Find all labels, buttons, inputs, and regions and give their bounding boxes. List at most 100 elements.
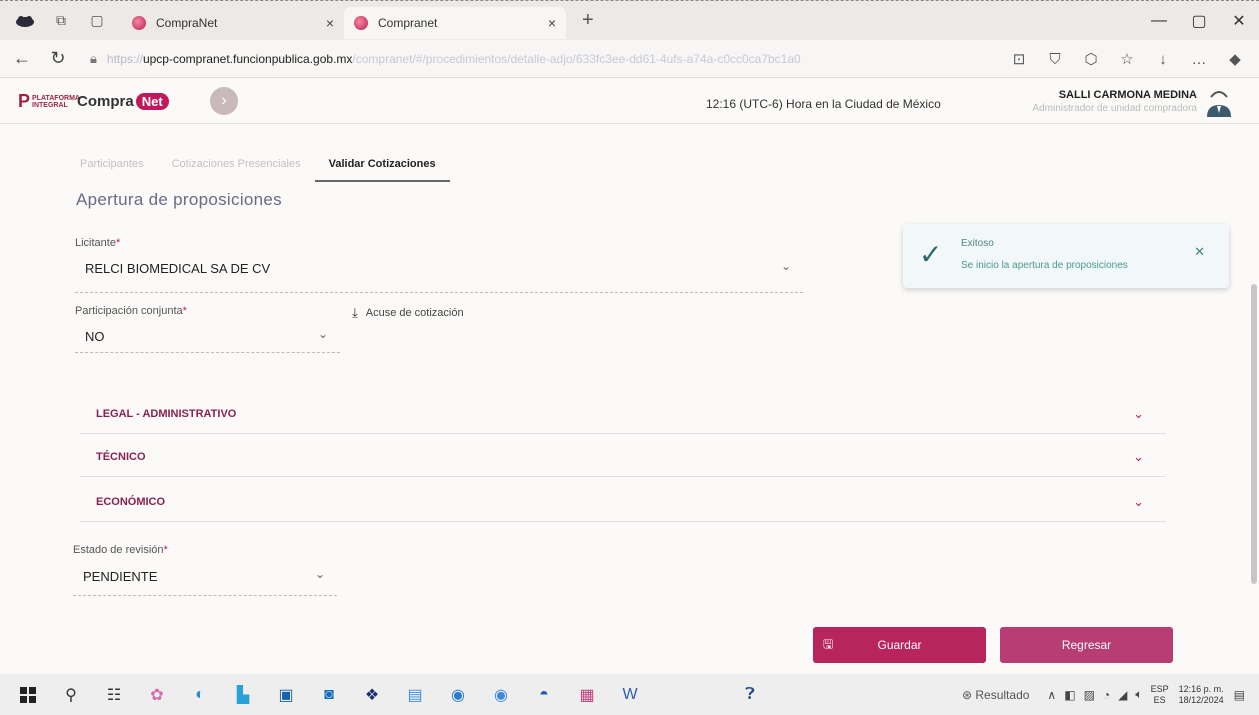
save-label: Guardar bbox=[877, 638, 922, 652]
licitante-label-text: Licitante bbox=[75, 237, 116, 249]
clock-tray[interactable]: 12:16 p. m. 18/12/2024 bbox=[1179, 684, 1224, 706]
volume-icon[interactable]: 🔈︎ bbox=[1135, 687, 1142, 702]
word-icon[interactable]: W bbox=[615, 683, 645, 707]
tray-time: 12:16 p. m. bbox=[1178, 683, 1224, 694]
chevron-up-icon[interactable]: ∧ bbox=[1047, 688, 1056, 702]
accordion-label: ECONÓMICO bbox=[96, 496, 166, 508]
shield-icon[interactable]: ⛉ bbox=[1037, 51, 1073, 68]
accordion-legal-administrativo[interactable]: LEGAL - ADMINISTRATIVO ⌄ bbox=[80, 394, 1166, 434]
profile-icon[interactable] bbox=[14, 10, 36, 32]
lang-bottom: ES bbox=[1153, 694, 1166, 705]
required-mark: * bbox=[163, 544, 168, 556]
favorites-icon[interactable]: ☆ bbox=[1109, 50, 1145, 68]
compranet-favicon-icon bbox=[354, 15, 368, 30]
accordion-economico[interactable]: ECONÓMICO ⌄ bbox=[80, 482, 1166, 522]
avatar[interactable] bbox=[1205, 87, 1233, 117]
help-icon[interactable]: ❓︎ bbox=[735, 683, 765, 707]
compranet-logo[interactable]: P PLATAFORMA INTEGRAL Compra Net bbox=[18, 91, 169, 112]
tab-close-icon[interactable]: × bbox=[326, 15, 334, 31]
tray-app-icon[interactable]: ▨ bbox=[1084, 688, 1095, 702]
edge-icon[interactable]: ◐ bbox=[185, 683, 215, 707]
app-icon[interactable]: ◉ bbox=[486, 683, 516, 707]
download-icon: ⤓ bbox=[352, 305, 358, 320]
system-tray: ⊛ Resultado ∧ ◧ ▨ ◔ ◢ 🔈︎ ESP ES 12:16 p.… bbox=[962, 674, 1259, 715]
menu-expand-button[interactable]: › bbox=[210, 87, 238, 115]
estado-value: PENDIENTE bbox=[83, 569, 158, 584]
close-icon[interactable]: ✕ bbox=[1194, 244, 1205, 260]
acuse-link[interactable]: ⤓ Acuse de cotización bbox=[352, 305, 464, 321]
tab-actions-icon[interactable]: ▢ bbox=[86, 10, 108, 32]
lang-top: ESP bbox=[1150, 683, 1169, 694]
search-result[interactable]: ⊛ Resultado bbox=[962, 688, 1029, 702]
clock-text: 12:16 (UTC-6) Hora en la Ciudad de Méxic… bbox=[706, 97, 941, 111]
procedure-tabs: Participantes Cotizaciones Presenciales … bbox=[74, 152, 450, 182]
downloads-icon[interactable]: ↓ bbox=[1145, 51, 1181, 68]
workspaces-icon[interactable]: ⧉ bbox=[50, 10, 72, 32]
photos-icon[interactable]: ▦ bbox=[572, 683, 602, 707]
toast-title: Exitoso bbox=[961, 238, 994, 249]
back-arrow-icon[interactable]: ← bbox=[8, 48, 36, 69]
app-icon[interactable]: ◉ bbox=[443, 683, 473, 707]
user-info[interactable]: SALLI CARMONA MEDINA Administrador de un… bbox=[1032, 89, 1197, 114]
save-button[interactable]: 🖫︎ Guardar bbox=[813, 627, 986, 663]
participacion-label-text: Participación conjunta bbox=[75, 305, 183, 317]
minimize-button[interactable]: — bbox=[1139, 12, 1179, 30]
network-icon[interactable]: ◔ bbox=[1103, 688, 1110, 702]
restore-button[interactable]: ▢ bbox=[1179, 11, 1219, 31]
browser-tab-compranet-active[interactable]: Compranet × bbox=[344, 6, 566, 39]
estado-label-text: Estado de revisión bbox=[73, 544, 164, 556]
save-icon: 🖫︎ bbox=[823, 636, 834, 651]
store-icon[interactable]: ▙ bbox=[228, 683, 258, 707]
browser-tab-compranet[interactable]: CompraNet × bbox=[122, 7, 344, 39]
scrollbar[interactable] bbox=[1251, 284, 1257, 584]
reader-icon[interactable]: ⊡ bbox=[1001, 50, 1037, 68]
search-result-text: Resultado bbox=[975, 687, 1030, 702]
participacion-label: Participación conjunta* bbox=[75, 305, 187, 317]
close-window-button[interactable]: ✕ bbox=[1219, 11, 1259, 31]
accordion-label: LEGAL - ADMINISTRATIVO bbox=[96, 408, 237, 420]
licitante-select[interactable]: RELCI BIOMEDICAL SA DE CV ⌄ bbox=[75, 259, 803, 293]
dropbox-icon[interactable]: ❖ bbox=[357, 683, 387, 707]
accordion-tecnico[interactable]: TÉCNICO ⌄ bbox=[80, 437, 1166, 477]
user-name: SALLI CARMONA MEDINA bbox=[1058, 89, 1197, 101]
url-field[interactable]: 🔒︎ https:// upcp-compranet.funcionpublic… bbox=[90, 51, 850, 67]
chevron-down-icon: ⌄ bbox=[1133, 494, 1144, 509]
calendar-icon[interactable]: ▣ bbox=[271, 683, 301, 707]
refresh-icon[interactable]: ↻ bbox=[44, 48, 72, 69]
user-role: Administrador de unidad compradora bbox=[1032, 103, 1197, 114]
url-host: upcp-compranet.funcionpublica.gob.mx bbox=[142, 51, 353, 66]
url-path: /compranet/#/procedimientos/detalle-adjo… bbox=[352, 51, 801, 66]
participacion-select[interactable]: NO ⌄ bbox=[75, 327, 340, 353]
start-icon[interactable] bbox=[13, 683, 43, 707]
required-mark: * bbox=[182, 305, 187, 317]
tab-participantes[interactable]: Participantes bbox=[74, 152, 158, 182]
logo-plataforma: PLATAFORMA INTEGRAL bbox=[32, 94, 80, 109]
copilot-taskbar-icon[interactable]: ✿ bbox=[142, 683, 172, 707]
address-bar: ← ↻ 🔒︎ https:// upcp-compranet.funcionpu… bbox=[0, 40, 1259, 78]
page-title: Apertura de proposiciones bbox=[76, 190, 282, 209]
tab-close-icon[interactable]: × bbox=[548, 15, 556, 31]
task-view-icon[interactable]: ☷ bbox=[99, 683, 129, 707]
notifications-icon[interactable]: ▤ bbox=[1234, 688, 1245, 702]
lock-icon: 🔒︎ bbox=[90, 50, 97, 66]
estado-select[interactable]: PENDIENTE ⌄ bbox=[73, 567, 337, 596]
check-icon: ✓ bbox=[919, 239, 943, 270]
chrome-icon[interactable]: ◓ bbox=[529, 683, 559, 707]
tab-validar-cotizaciones[interactable]: Validar Cotizaciones bbox=[314, 152, 450, 182]
tray-app-icon[interactable]: ◧ bbox=[1064, 688, 1075, 702]
search-icon[interactable]: ⚲ bbox=[56, 683, 86, 707]
more-icon[interactable]: … bbox=[1181, 51, 1217, 68]
main-content: Participantes Cotizaciones Presenciales … bbox=[0, 124, 1259, 674]
tab-cotizaciones-presenciales[interactable]: Cotizaciones Presenciales bbox=[158, 152, 315, 182]
chevron-down-icon: ⌄ bbox=[1133, 449, 1144, 464]
copilot-icon[interactable]: ◆ bbox=[1217, 50, 1253, 68]
language-indicator[interactable]: ESP ES bbox=[1151, 684, 1169, 706]
outlook-icon[interactable]: ◙ bbox=[314, 683, 344, 707]
wifi-icon[interactable]: ◢ bbox=[1118, 688, 1127, 702]
extensions-icon[interactable]: ⬡ bbox=[1073, 50, 1109, 68]
participacion-value: NO bbox=[85, 329, 105, 344]
back-button[interactable]: Regresar bbox=[1000, 627, 1173, 663]
chart-app-icon[interactable]: ▤ bbox=[400, 683, 430, 707]
new-tab-button[interactable]: + bbox=[582, 9, 594, 32]
compranet-favicon-icon bbox=[132, 15, 146, 30]
